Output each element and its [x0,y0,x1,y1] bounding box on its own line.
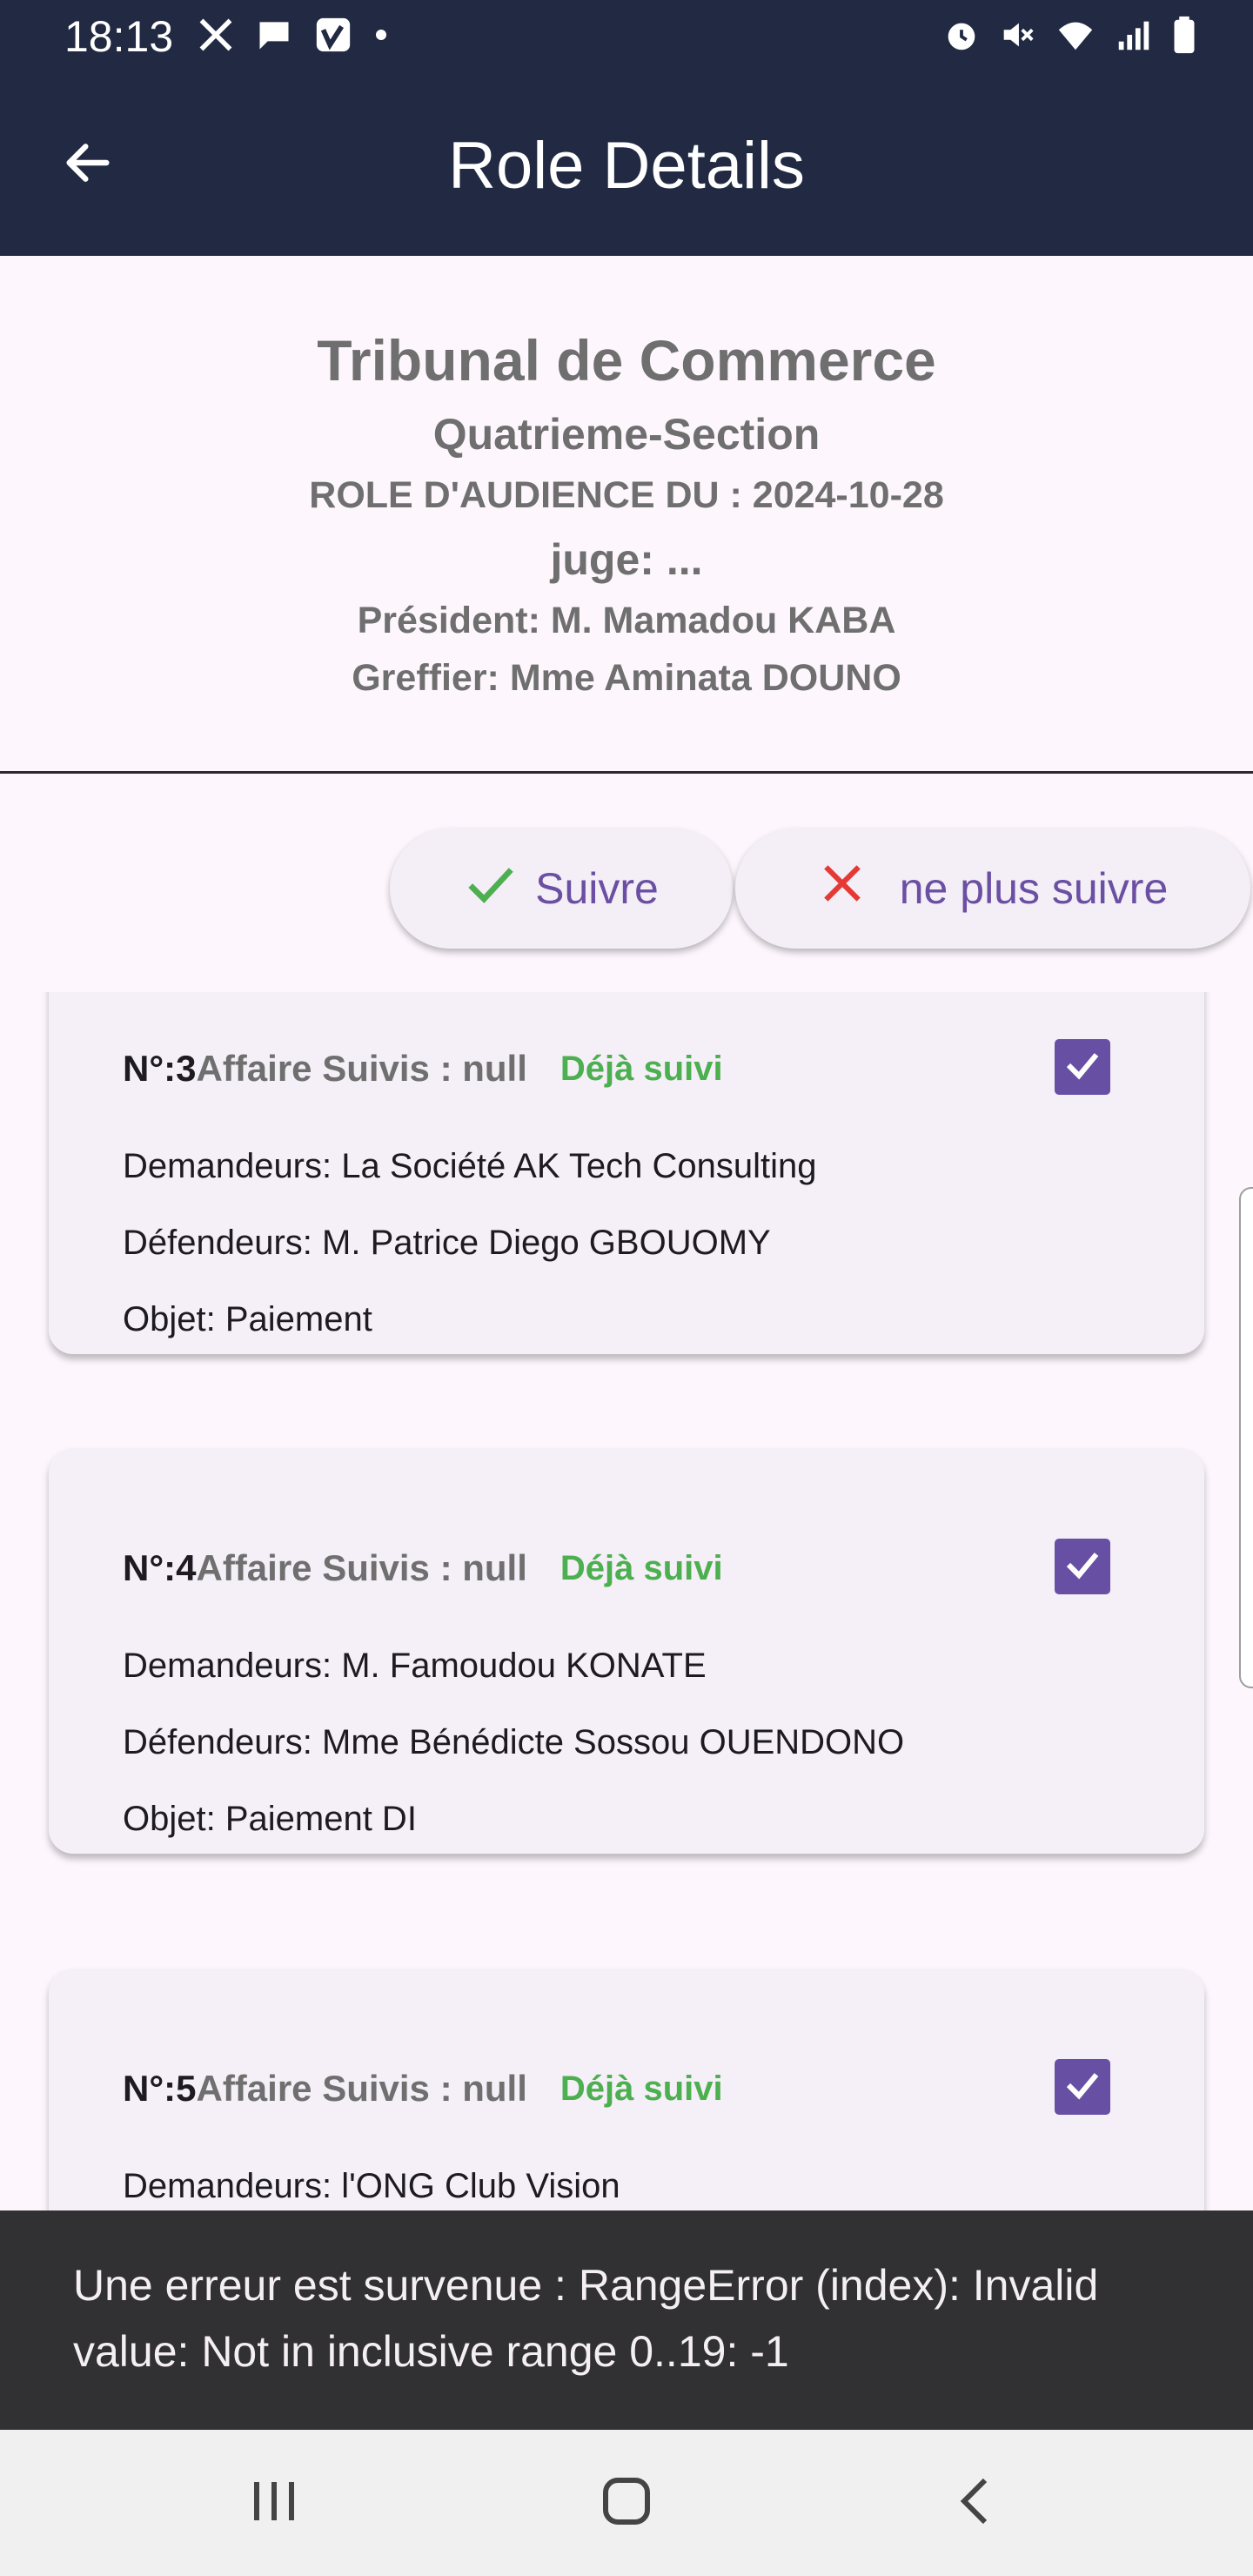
case-number-label: N°: [123,1547,177,1588]
signal-icon [1114,15,1154,59]
case-title: N°: 5 Affaire Suivis : null Déjà suivi [123,2056,723,2122]
case-number: 5 [176,2068,197,2109]
checkmark-icon [1062,1044,1103,1090]
page-title: Role Details [448,129,805,203]
error-message: Une erreur est survenue : RangeError (in… [73,2261,1099,2376]
section-name: Quatrieme-Section [432,410,821,459]
app-bar: Role Details [0,73,1253,256]
nav-back-button[interactable] [922,2468,1027,2538]
unfollow-button[interactable]: ne plus suivre [735,828,1250,949]
case-number: 4 [176,1547,197,1588]
chat-icon [254,16,294,58]
follow-button[interactable]: Suivre [390,828,733,949]
case-number: 3 [176,1048,197,1089]
x-icon [197,16,235,58]
checkmark-icon [1062,2064,1103,2110]
case-plaintiffs: Demandeurs: l'ONG Club Vision [123,2167,620,2205]
alarm-icon [941,15,982,59]
case-number-label: N°: [123,1048,177,1089]
president-label: Président: M. Mamadou KABA [357,600,896,641]
case-defendants: Défendeurs: Mme Bénédicte Sossou OUENDON… [123,1723,905,1761]
case-defendants: Défendeurs: M. Patrice Diego GBOUOMY [123,1224,771,1262]
case-plaintiffs: Demandeurs: M. Famoudou KONATE [123,1647,707,1685]
scrollbar[interactable] [1239,1187,1253,1688]
clerk-label: Greffier: Mme Aminata DOUNO [352,657,901,699]
court-name: Tribunal de Commerce [317,328,936,392]
case-card[interactable]: N°: 3 Affaire Suivis : null Déjà suivi Dem… [49,992,1204,1354]
wifi-icon [1053,15,1098,59]
home-button[interactable] [574,2468,679,2538]
status-time: 18:13 [64,12,174,61]
followed-badge: Déjà suivi [559,1049,723,1088]
case-card[interactable]: N°: 5 Affaire Suivis : null Déjà suivi Dem… [49,1969,1204,2210]
follow-checkbox[interactable] [1055,1539,1110,1594]
vimeo-icon [313,15,353,59]
status-bar: 18:13 [0,0,1253,73]
follow-button-label: Suivre [535,864,659,913]
follow-checkbox[interactable] [1055,1039,1110,1095]
header-divider [0,771,1253,774]
home-icon [599,2473,654,2533]
back-icon [954,2473,995,2533]
system-nav-bar [0,2430,1253,2576]
close-icon [818,859,867,918]
role-date: ROLE D'AUDIENCE DU : 2024-10-28 [309,474,944,516]
case-card[interactable]: N°: 4 Affaire Suivis : null Déjà suivi Dem… [49,1448,1204,1854]
role-header: Tribunal de Commerce Quatrieme-Section R… [0,256,1253,773]
check-icon [464,856,518,921]
dot-icon [372,26,390,48]
case-number-label: N°: [123,2068,177,2109]
follow-checkbox[interactable] [1055,2059,1110,2115]
case-object: Objet: Paiement DI [123,1800,417,1838]
case-list[interactable]: N°: 3 Affaire Suivis : null Déjà suivi Dem… [0,992,1253,2210]
case-affaire: Affaire Suivis : null [196,1547,527,1588]
case-title: N°: 4 Affaire Suivis : null Déjà suivi [123,1535,723,1601]
case-plaintiffs: Demandeurs: La Société AK Tech Consultin… [123,1147,817,1185]
followed-badge: Déjà suivi [559,1548,723,1587]
notification-icons [197,12,390,61]
battery-icon [1169,15,1199,59]
case-affaire: Affaire Suivis : null [196,1048,527,1089]
error-snackbar: Une erreur est survenue : RangeError (in… [0,2210,1253,2430]
mute-icon [997,15,1037,59]
system-status-icons [941,12,1199,61]
recent-apps-icon [247,2477,303,2530]
case-affaire: Affaire Suivis : null [196,2068,527,2109]
recent-apps-button[interactable] [223,2468,327,2538]
unfollow-button-label: ne plus suivre [899,864,1169,913]
followed-badge: Déjà suivi [559,2069,723,2108]
checkmark-icon [1062,1544,1103,1590]
case-object: Objet: Paiement [123,1300,372,1338]
judge-label: juge: ... [550,535,703,584]
case-title: N°: 3 Affaire Suivis : null Déjà suivi [123,1036,723,1102]
